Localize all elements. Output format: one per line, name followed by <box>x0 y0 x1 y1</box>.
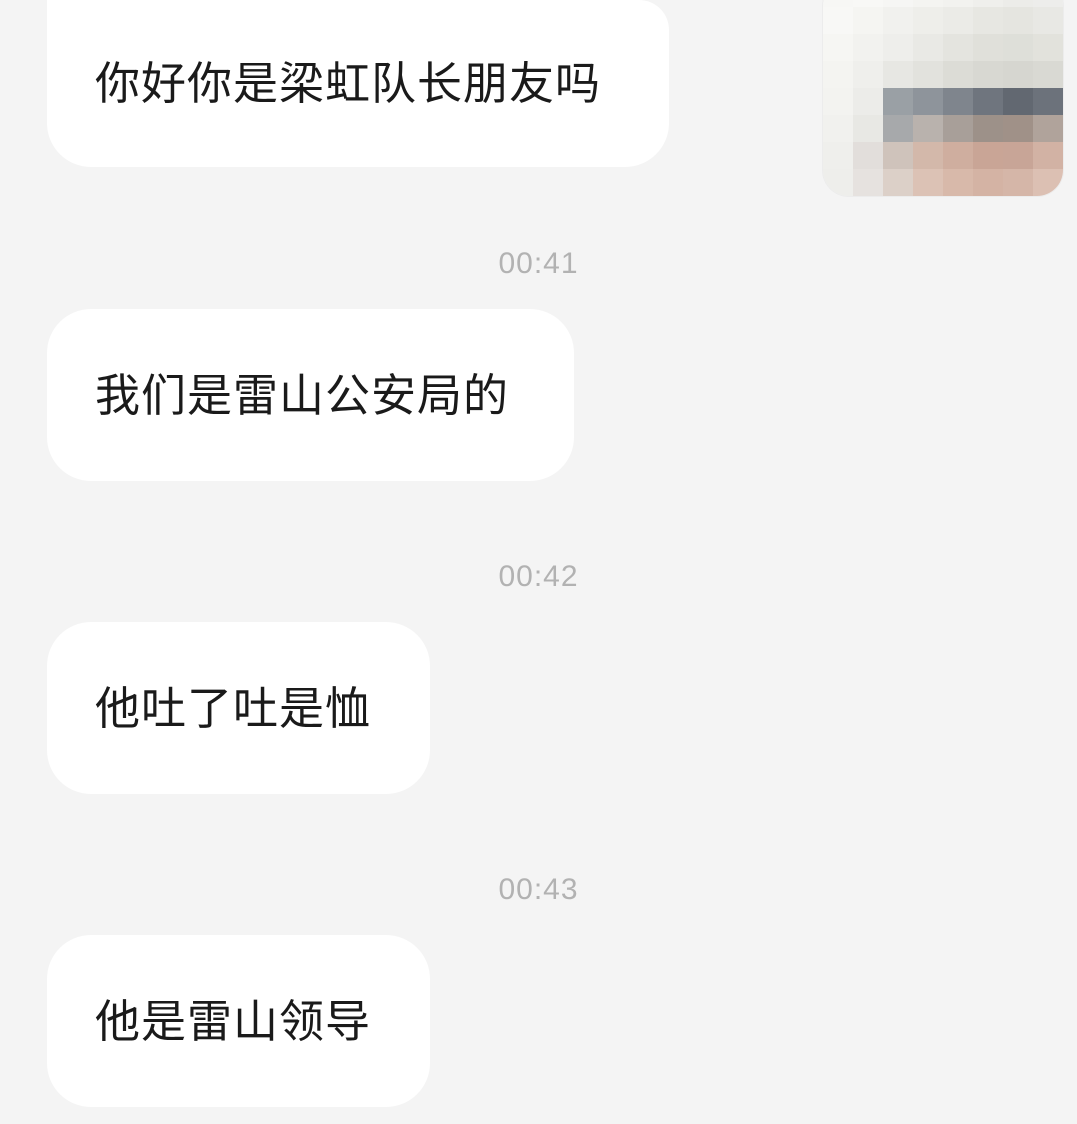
timestamp-3: 00:43 <box>498 873 579 906</box>
avatar-pixel <box>973 7 1003 34</box>
avatar-pixel <box>853 7 883 34</box>
message-bubble-3[interactable]: 他吐了吐是恤 <box>47 622 430 794</box>
avatar-pixel <box>943 34 973 61</box>
avatar-pixel <box>913 7 943 34</box>
timestamp-1: 00:41 <box>498 247 579 280</box>
avatar-pixel <box>1033 88 1063 115</box>
avatar-pixel <box>913 34 943 61</box>
avatar-pixel <box>883 142 913 169</box>
avatar-pixel <box>823 88 853 115</box>
avatar-pixel <box>823 142 853 169</box>
avatar[interactable] <box>823 0 1063 196</box>
avatar-pixel <box>853 142 883 169</box>
avatar-pixel <box>973 169 1003 196</box>
avatar-pixel <box>913 88 943 115</box>
avatar-pixel <box>913 0 943 7</box>
avatar-pixel <box>1003 169 1033 196</box>
avatar-pixel <box>883 88 913 115</box>
avatar-pixel <box>1003 61 1033 88</box>
timestamp-2: 00:42 <box>498 560 579 593</box>
avatar-pixel <box>853 88 883 115</box>
avatar-pixel <box>943 169 973 196</box>
avatar-pixel <box>1033 34 1063 61</box>
avatar-pixel <box>823 169 853 196</box>
avatar-pixel <box>1003 0 1033 7</box>
avatar-pixel <box>913 61 943 88</box>
avatar-pixel <box>943 115 973 142</box>
avatar-pixel <box>853 169 883 196</box>
avatar-pixel <box>1033 142 1063 169</box>
avatar-pixel <box>883 34 913 61</box>
avatar-pixel <box>973 34 1003 61</box>
avatar-pixel <box>943 0 973 7</box>
avatar-pixel <box>943 142 973 169</box>
avatar-pixel <box>853 0 883 7</box>
avatar-pixel <box>1033 7 1063 34</box>
chat-view[interactable]: 你好你是梁虹队长朋友吗 00:41 我们是雷山公安局的 00:42 他吐了吐是恤… <box>0 0 1077 1124</box>
avatar-pixel <box>1003 34 1033 61</box>
avatar-pixel <box>913 115 943 142</box>
avatar-pixel <box>913 169 943 196</box>
avatar-pixel <box>883 61 913 88</box>
avatar-pixel <box>973 0 1003 7</box>
avatar-pixel <box>973 88 1003 115</box>
avatar-pixel <box>943 88 973 115</box>
avatar-pixel <box>973 115 1003 142</box>
avatar-pixel <box>1033 169 1063 196</box>
avatar-pixel <box>1003 115 1033 142</box>
message-text-3: 他吐了吐是恤 <box>95 681 372 735</box>
avatar-pixel <box>973 61 1003 88</box>
message-bubble-2[interactable]: 我们是雷山公安局的 <box>47 309 574 481</box>
avatar-pixel <box>1033 61 1063 88</box>
avatar-pixel <box>1003 142 1033 169</box>
avatar-pixel <box>943 61 973 88</box>
avatar-pixel <box>883 115 913 142</box>
avatar-pixel <box>853 115 883 142</box>
avatar-pixel <box>823 7 853 34</box>
avatar-pixel <box>1003 7 1033 34</box>
message-text-4: 他是雷山领导 <box>95 994 372 1048</box>
avatar-pixel <box>973 142 1003 169</box>
avatar-pixel <box>823 0 853 7</box>
message-text-1: 你好你是梁虹队长朋友吗 <box>95 57 602 110</box>
avatar-pixel <box>883 7 913 34</box>
avatar-pixel <box>913 142 943 169</box>
message-bubble-4[interactable]: 他是雷山领导 <box>47 935 430 1107</box>
avatar-pixel <box>1033 0 1063 7</box>
avatar-pixel <box>823 115 853 142</box>
message-bubble-1[interactable]: 你好你是梁虹队长朋友吗 <box>47 0 669 167</box>
avatar-pixel <box>823 34 853 61</box>
avatar-pixel <box>853 61 883 88</box>
avatar-pixel <box>823 61 853 88</box>
avatar-pixel <box>883 0 913 7</box>
avatar-pixel <box>853 34 883 61</box>
avatar-pixel <box>943 7 973 34</box>
avatar-pixel <box>1003 88 1033 115</box>
message-text-2: 我们是雷山公安局的 <box>95 368 510 422</box>
avatar-pixel <box>1033 115 1063 142</box>
avatar-pixel <box>883 169 913 196</box>
